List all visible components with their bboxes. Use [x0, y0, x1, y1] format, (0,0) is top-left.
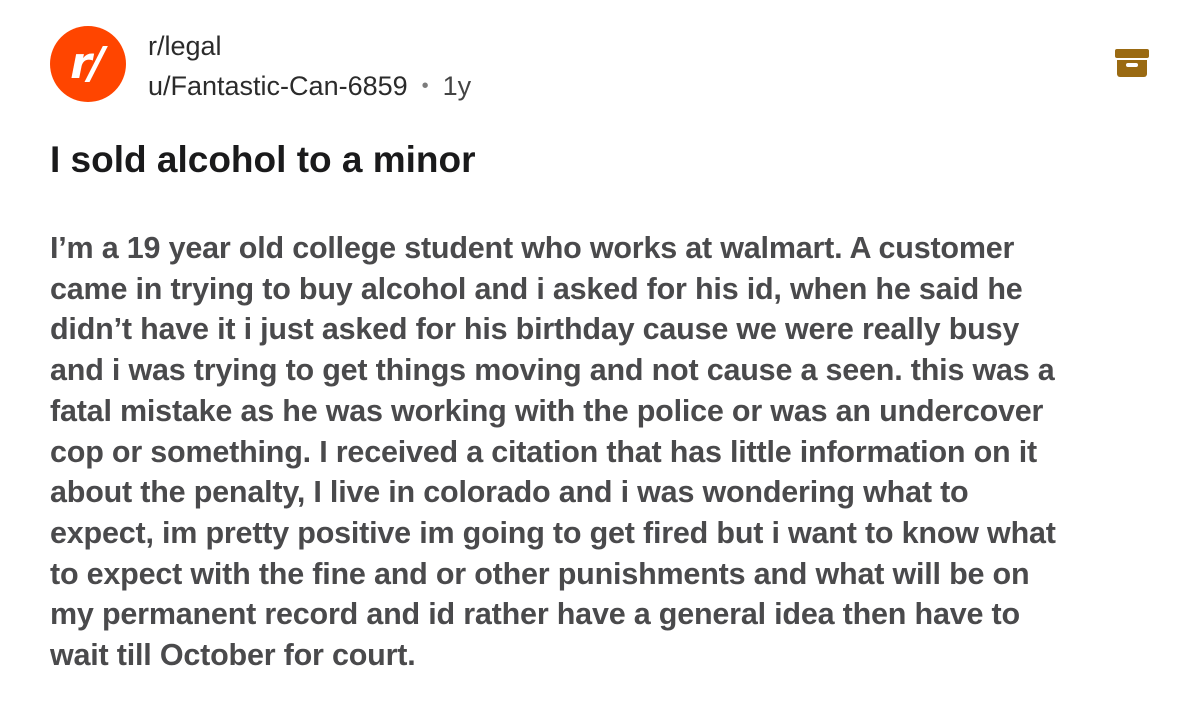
- post-header: r/ r/legal u/Fantastic-Can-6859 • 1y: [50, 26, 471, 104]
- subreddit-name[interactable]: r/legal: [148, 28, 471, 64]
- post-title[interactable]: I sold alcohol to a minor: [50, 137, 476, 183]
- reddit-subreddit-icon: r/: [70, 38, 105, 89]
- post-age: 1y: [442, 71, 472, 101]
- subreddit-avatar[interactable]: r/: [50, 26, 126, 102]
- body-line: cop or something. I received a citation …: [50, 434, 1037, 469]
- body-line: fatal mistake as he was working with the…: [50, 393, 1044, 428]
- body-line: to expect with the fine and or other pun…: [50, 556, 1030, 591]
- post-body: I’m a 19 year old college student who wo…: [50, 228, 1160, 676]
- body-line: didn’t have it i just asked for his birt…: [50, 312, 1020, 347]
- body-line: came in trying to buy alcohol and i aske…: [50, 271, 1023, 306]
- meta-separator: •: [421, 75, 429, 97]
- body-line: about the penalty, I live in colorado an…: [50, 475, 969, 510]
- body-line: and i was trying to get things moving an…: [50, 353, 1055, 388]
- post-meta: r/legal u/Fantastic-Can-6859 • 1y: [148, 26, 471, 104]
- author-name[interactable]: u/Fantastic-Can-6859: [148, 68, 408, 104]
- body-line: I’m a 19 year old college student who wo…: [50, 231, 1015, 265]
- author-row: u/Fantastic-Can-6859 • 1y: [148, 68, 471, 104]
- body-line: my permanent record and id rather have a…: [50, 597, 1020, 632]
- archive-box-icon: [1115, 49, 1149, 77]
- archive-button[interactable]: [1114, 45, 1150, 81]
- body-line: expect, im pretty positive im going to g…: [50, 515, 1056, 550]
- body-line: wait till October for court.: [50, 638, 416, 673]
- post-container: r/ r/legal u/Fantastic-Can-6859 • 1y I s…: [0, 0, 1200, 710]
